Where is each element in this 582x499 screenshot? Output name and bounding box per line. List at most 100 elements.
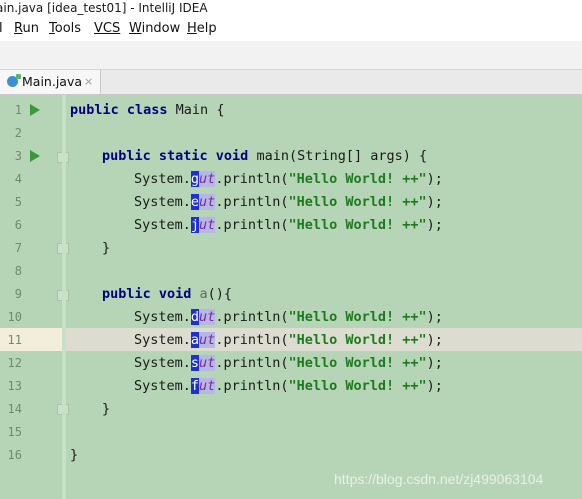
println-call: .println( — [215, 378, 289, 394]
line-number: 3 — [14, 149, 22, 163]
code-line: System.fut.println("Hello World! ++"); — [134, 375, 443, 398]
call-end: ); — [426, 355, 443, 371]
println-call: .println( — [215, 309, 289, 325]
run-class-icon[interactable] — [30, 104, 40, 116]
line-number: 13 — [7, 379, 22, 393]
code-line: System.gut.println("Hello World! ++"); — [134, 168, 443, 191]
line-number: 4 — [14, 172, 22, 186]
println-call: .println( — [215, 332, 289, 348]
keyword: public static void — [102, 148, 249, 164]
selected-char: s — [190, 355, 200, 371]
call-end: ); — [426, 217, 443, 233]
line-number: 7 — [14, 241, 22, 255]
string-literal: "Hello World! ++" — [288, 171, 427, 187]
line-number: 9 — [14, 287, 22, 301]
line-number: 11 — [7, 333, 22, 347]
line-number: 2 — [14, 126, 22, 140]
menu-window-label: indow — [141, 21, 181, 36]
run-main-icon[interactable] — [30, 150, 40, 162]
system-ref: System. — [134, 171, 191, 187]
menu-bar: l Run Tools VCS Window Help — [0, 17, 582, 41]
call-end: ); — [426, 171, 443, 187]
editor-gutter: 1 2 3 4 5 6 7 8 9 10 11 12 13 14 15 16 — [0, 95, 69, 499]
code-line: System.jut.println("Hello World! ++"); — [134, 214, 443, 237]
selected-char: e — [190, 194, 200, 210]
println-call: .println( — [215, 217, 289, 233]
close-brace: } — [102, 240, 111, 256]
selected-char: d — [190, 309, 200, 325]
line-number: 5 — [14, 195, 22, 209]
line-number: 10 — [7, 310, 22, 324]
system-ref: System. — [134, 355, 191, 371]
field-out: ut — [199, 194, 216, 210]
menu-run-label: un — [22, 21, 39, 36]
menu-help-label: elp — [196, 21, 217, 36]
system-ref: System. — [134, 378, 191, 394]
system-ref: System. — [134, 309, 191, 325]
code-line: public class Main { — [70, 99, 224, 122]
string-literal: "Hello World! ++" — [288, 194, 427, 210]
code-line: System.eut.println("Hello World! ++"); — [134, 191, 443, 214]
menu-item-help[interactable]: Help — [187, 17, 217, 41]
line-number: 8 — [14, 264, 22, 278]
keyword: public void — [102, 286, 192, 302]
line-number: 12 — [7, 356, 22, 370]
java-class-icon — [7, 74, 21, 87]
system-ref: System. — [134, 332, 191, 348]
field-out: ut — [199, 355, 216, 371]
menu-item-tools[interactable]: Tools — [49, 17, 81, 41]
line-number: 15 — [7, 425, 22, 439]
class-decl: Main { — [167, 102, 225, 118]
gutter-separator — [62, 95, 66, 499]
line-number: 1 — [14, 103, 22, 117]
field-out: ut — [199, 332, 216, 348]
println-call: .println( — [215, 355, 289, 371]
call-end: ); — [426, 309, 443, 325]
menu-item-vcs[interactable]: VCS — [94, 17, 120, 41]
string-literal: "Hello World! ++" — [288, 378, 427, 394]
code-line: } — [102, 398, 110, 421]
field-out: ut — [199, 309, 216, 325]
close-brace: } — [102, 401, 111, 417]
tab-close-icon[interactable]: × — [84, 70, 93, 94]
menu-window-mnemonic: W — [129, 21, 142, 36]
field-out: ut — [199, 171, 216, 187]
tab-label: Main.java — [22, 74, 83, 89]
selected-char: g — [190, 171, 200, 187]
code-editor[interactable]: 1 2 3 4 5 6 7 8 9 10 11 12 13 14 15 16 p… — [0, 95, 582, 499]
call-end: ); — [426, 378, 443, 394]
string-literal: "Hello World! ++" — [288, 217, 427, 233]
system-ref: System. — [134, 194, 191, 210]
code-line: System.sut.println("Hello World! ++"); — [134, 352, 443, 375]
menu-item-run[interactable]: Run — [14, 17, 39, 41]
line-number: 16 — [7, 448, 22, 462]
string-literal: "Hello World! ++" — [288, 309, 427, 325]
selected-char: f — [190, 378, 200, 394]
method-decl: main(String[] args) { — [248, 148, 428, 164]
method-params: (){ — [207, 286, 233, 302]
window-title: ain.java [idea_test01] - IntelliJ IDEA — [0, 1, 208, 15]
menu-tools-label: ools — [54, 21, 82, 36]
call-end: ); — [426, 332, 443, 348]
menu-vcs-mnemonic: VCS — [94, 21, 121, 36]
code-line: public static void main(String[] args) { — [102, 145, 427, 168]
selected-char: a — [190, 332, 200, 348]
println-call: .println( — [215, 171, 289, 187]
call-end: ); — [426, 194, 443, 210]
watermark: https://blog.csdn.net/zj499063104 — [334, 471, 544, 487]
field-out: ut — [199, 217, 216, 233]
menu-item-window[interactable]: Window — [129, 17, 180, 41]
println-call: .println( — [215, 194, 289, 210]
string-literal: "Hello World! ++" — [288, 332, 427, 348]
menu-item-partial[interactable]: l — [0, 17, 3, 41]
toolbar — [0, 41, 582, 70]
code-line: } — [102, 237, 110, 260]
window-title-bar: ain.java [idea_test01] - IntelliJ IDEA — [0, 0, 582, 17]
editor-tab-bar: Main.java × — [0, 70, 582, 95]
close-brace: } — [70, 447, 79, 463]
tab-main-java[interactable]: Main.java × — [0, 70, 101, 94]
code-line: } — [70, 444, 78, 467]
line-number: 6 — [14, 218, 22, 232]
selected-char: j — [190, 217, 200, 233]
line-number: 14 — [7, 402, 22, 416]
